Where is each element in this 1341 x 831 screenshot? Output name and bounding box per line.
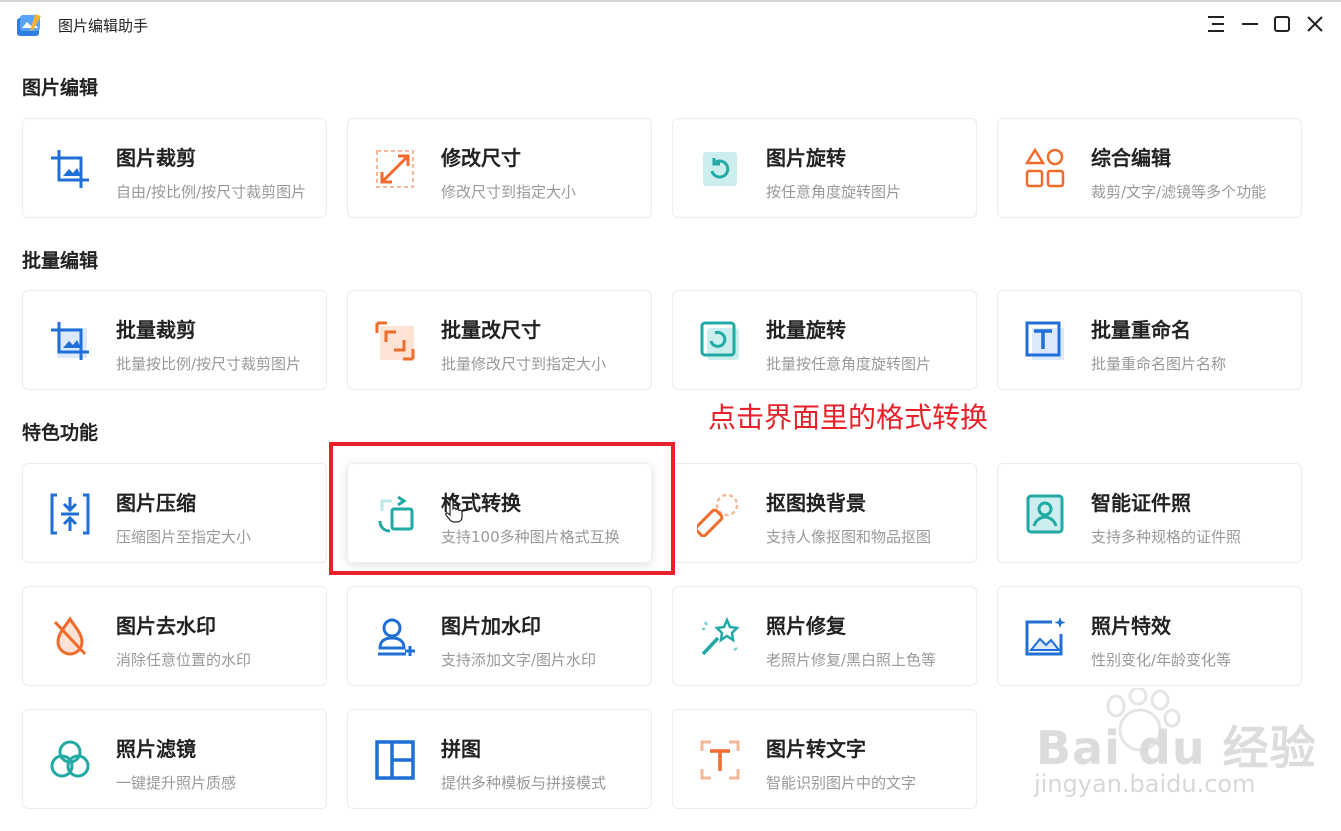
card-title: 图片旋转: [766, 146, 846, 170]
minimize-button[interactable]: [1238, 12, 1262, 36]
filter-icon: [50, 740, 90, 778]
title-bar: 图片编辑助手: [0, 2, 1341, 46]
batch-rename-icon: [1025, 321, 1064, 360]
card-photo-restore[interactable]: 照片修复 老照片修复/黑白照上色等: [672, 586, 977, 686]
hand-cursor-icon: [445, 499, 463, 523]
card-desc: 一键提升照片质感: [116, 774, 237, 792]
card-desc: 支持人像抠图和物品抠图: [766, 528, 932, 546]
card-desc: 压缩图片至指定大小: [116, 528, 252, 546]
card-compress[interactable]: 图片压缩 压缩图片至指定大小: [22, 463, 327, 563]
card-composite-edit[interactable]: 综合编辑 裁剪/文字/滤镜等多个功能: [997, 118, 1302, 218]
card-desc: 修改尺寸到指定大小: [441, 183, 577, 201]
card-title: 图片加水印: [441, 614, 541, 638]
remove-watermark-icon: [53, 616, 87, 656]
card-collage[interactable]: 拼图 提供多种模板与拼接模式: [347, 709, 652, 809]
card-title: 拼图: [441, 737, 481, 761]
batch-resize-icon: [375, 321, 415, 361]
id-photo-icon: [1026, 494, 1064, 534]
card-title: 综合编辑: [1091, 146, 1171, 170]
photo-effect-icon: [1025, 617, 1066, 656]
rotate-icon: [703, 152, 737, 186]
cutout-icon: [697, 493, 739, 537]
card-desc: 自由/按比例/按尺寸裁剪图片: [116, 183, 307, 201]
app-logo-icon: [17, 14, 41, 36]
magic-wand-icon: [701, 616, 740, 656]
watermark-brand: Bai du 经验: [1036, 721, 1317, 775]
card-resize[interactable]: 修改尺寸 修改尺寸到指定大小: [347, 118, 652, 218]
crop-icon: [51, 150, 89, 188]
card-desc: 按任意角度旋转图片: [766, 183, 902, 201]
card-title: 抠图换背景: [766, 491, 866, 515]
card-desc: 批量修改尺寸到指定大小: [441, 355, 607, 373]
card-photo-effect[interactable]: 照片特效 性别变化/年龄变化等: [997, 586, 1302, 686]
card-title: 照片特效: [1091, 614, 1171, 638]
card-desc: 批量重命名图片名称: [1091, 355, 1227, 373]
watermark-url: jingyan.baidu.com: [1034, 770, 1256, 798]
collage-icon: [375, 740, 415, 780]
card-ocr[interactable]: 图片转文字 智能识别图片中的文字: [672, 709, 977, 809]
card-title: 图片压缩: [116, 491, 196, 515]
card-rotate[interactable]: 图片旋转 按任意角度旋转图片: [672, 118, 977, 218]
card-desc: 支持添加文字/图片水印: [441, 651, 597, 669]
card-batch-crop[interactable]: 批量裁剪 批量按比例/按尺寸裁剪图片: [22, 290, 327, 390]
add-watermark-icon: [378, 618, 415, 656]
card-id-photo[interactable]: 智能证件照 支持多种规格的证件照: [997, 463, 1302, 563]
card-desc: 消除任意位置的水印: [116, 651, 252, 669]
card-title: 图片裁剪: [116, 146, 196, 170]
card-batch-rename[interactable]: 批量重命名 批量重命名图片名称: [997, 290, 1302, 390]
card-title: 批量裁剪: [116, 318, 196, 342]
card-desc: 性别变化/年龄变化等: [1091, 651, 1232, 669]
close-button[interactable]: [1303, 12, 1327, 36]
batch-rotate-icon: [700, 321, 739, 360]
card-remove-watermark[interactable]: 图片去水印 消除任意位置的水印: [22, 586, 327, 686]
card-desc: 支持多种规格的证件照: [1091, 528, 1242, 546]
card-desc: 批量按任意角度旋转图片: [766, 355, 932, 373]
card-title: 批量改尺寸: [441, 318, 541, 342]
app-title: 图片编辑助手: [58, 17, 149, 35]
card-cutout[interactable]: 抠图换背景 支持人像抠图和物品抠图: [672, 463, 977, 563]
shapes-icon: [1024, 147, 1065, 188]
menu-button[interactable]: [1204, 12, 1228, 36]
section-title-batch-edit: 批量编辑: [22, 250, 99, 272]
highlight-box: [329, 442, 675, 575]
section-title-features: 特色功能: [22, 422, 99, 444]
card-title: 智能证件照: [1091, 491, 1191, 515]
card-desc: 提供多种模板与拼接模式: [441, 774, 607, 792]
card-title: 批量重命名: [1091, 318, 1191, 342]
card-desc: 老照片修复/黑白照上色等: [766, 651, 937, 669]
card-add-watermark[interactable]: 图片加水印 支持添加文字/图片水印: [347, 586, 652, 686]
annotation-text: 点击界面里的格式转换: [708, 401, 989, 434]
card-title: 图片转文字: [766, 737, 866, 761]
card-title: 照片滤镜: [116, 737, 196, 761]
card-title: 修改尺寸: [441, 146, 521, 170]
card-title: 图片去水印: [116, 614, 216, 638]
card-desc: 批量按比例/按尺寸裁剪图片: [116, 355, 302, 373]
card-batch-rotate[interactable]: 批量旋转 批量按任意角度旋转图片: [672, 290, 977, 390]
card-desc: 裁剪/文字/滤镜等多个功能: [1091, 183, 1267, 201]
card-title: 照片修复: [766, 614, 846, 638]
compress-icon: [50, 493, 90, 535]
resize-icon: [376, 150, 414, 188]
card-desc: 智能识别图片中的文字: [766, 774, 917, 792]
ocr-icon: [700, 740, 740, 780]
section-title-image-edit: 图片编辑: [22, 77, 99, 99]
card-title: 批量旋转: [766, 318, 846, 342]
maximize-button[interactable]: [1270, 12, 1294, 36]
batch-crop-icon: [51, 322, 89, 360]
card-photo-filter[interactable]: 照片滤镜 一键提升照片质感: [22, 709, 327, 809]
card-crop[interactable]: 图片裁剪 自由/按比例/按尺寸裁剪图片: [22, 118, 327, 218]
card-batch-resize[interactable]: 批量改尺寸 批量修改尺寸到指定大小: [347, 290, 652, 390]
